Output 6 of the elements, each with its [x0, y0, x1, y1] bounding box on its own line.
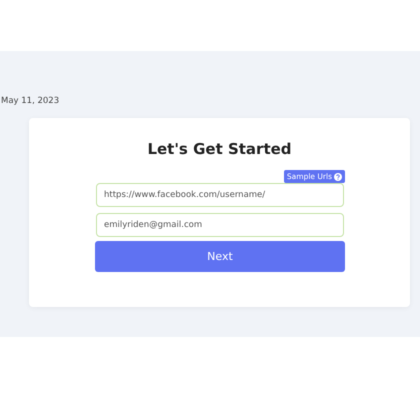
post-date: May 11, 2023	[1, 96, 60, 106]
help-icon	[334, 172, 342, 180]
form-title: Let's Get Started	[146, 140, 293, 158]
input-field[interactable]: emilyriden@gmail.com	[96, 213, 344, 237]
next-button[interactable]: Next	[95, 241, 345, 272]
input-field[interactable]: https://www.facebook.com/username/	[96, 183, 344, 207]
